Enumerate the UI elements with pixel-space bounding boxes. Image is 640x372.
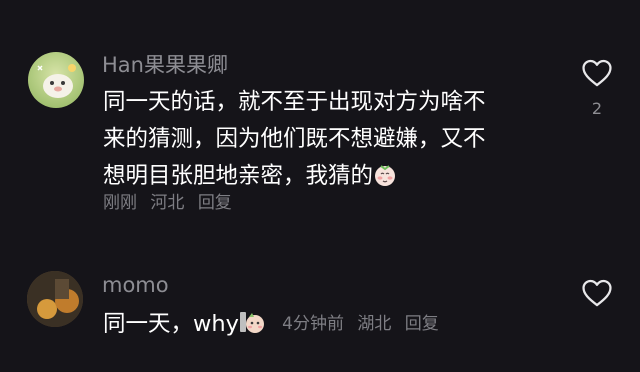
comment-time: 4分钟前 — [282, 314, 344, 334]
comment-text: 同一天，why 4分钟前 湖北 回复 — [103, 306, 447, 343]
comment-item: momo 同一天，why 4分钟前 湖北 回复 — [0, 240, 640, 372]
like-button[interactable] — [580, 56, 614, 90]
comment-username[interactable]: momo — [102, 273, 169, 297]
comment-text-line: 想明目张胆地亲密，我猜的 — [103, 158, 543, 195]
comment-meta: 4分钟前 湖北 回复 — [282, 314, 447, 334]
like-count: 2 — [591, 99, 603, 118]
user-avatar[interactable] — [28, 52, 84, 108]
like-button[interactable] — [580, 276, 614, 310]
comment-username[interactable]: Han果果果卿 — [102, 53, 228, 77]
heart-icon — [582, 59, 612, 87]
comment-location: 河北 — [150, 193, 185, 213]
reply-button[interactable]: 回复 — [198, 193, 232, 213]
comment-text: 同一天的话，就不至于出现对方为啥不 来的猜测，因为他们既不想避嫌，又不 想明目张… — [103, 84, 543, 195]
photo-avatar-icon — [27, 271, 83, 327]
comment-meta: 刚刚 河北 回复 — [103, 192, 240, 214]
comment-text-content: 同一天，why — [103, 311, 239, 337]
reply-button[interactable]: 回复 — [405, 314, 439, 334]
user-avatar[interactable] — [27, 271, 83, 327]
peeking-face-emoji-icon — [239, 309, 265, 335]
comment-text-line: 来的猜测，因为他们既不想避嫌，又不 — [103, 126, 486, 152]
comment-text-line: 同一天的话，就不至于出现对方为啥不 — [103, 89, 486, 115]
cartoon-animal-avatar-icon — [37, 64, 76, 98]
comment-text-line-content: 想明目张胆地亲密，我猜的 — [103, 163, 374, 189]
comment-item: Han果果果卿 同一天的话，就不至于出现对方为啥不 来的猜测，因为他们既不想避嫌… — [0, 0, 640, 240]
comment-time: 刚刚 — [103, 193, 137, 213]
shy-face-emoji-icon — [373, 162, 397, 186]
heart-icon — [582, 279, 612, 307]
comment-location: 湖北 — [357, 314, 392, 334]
